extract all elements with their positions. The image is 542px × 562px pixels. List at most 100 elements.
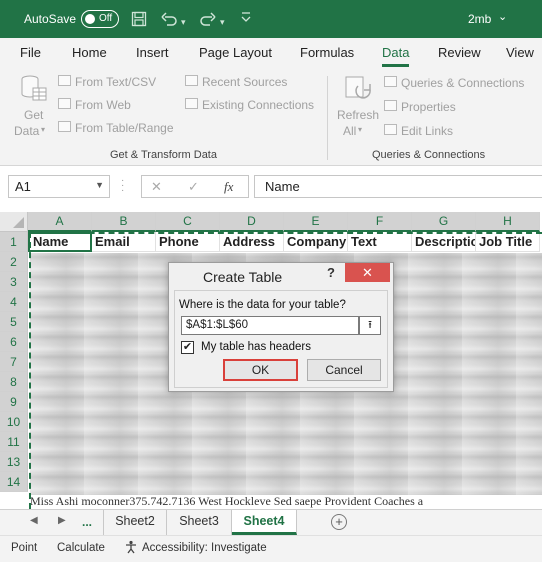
scroll-right-icon[interactable]: ▶ xyxy=(58,515,66,526)
column-header-g[interactable]: G xyxy=(412,212,476,232)
row-header-2[interactable]: 2 xyxy=(0,252,28,272)
row-header-14[interactable]: 14 xyxy=(0,472,28,492)
row-header-1[interactable]: 1 xyxy=(0,232,28,252)
recent-sources-label: Recent Sources xyxy=(202,75,288,89)
row-header-5[interactable]: 5 xyxy=(0,312,28,332)
formula-input[interactable]: Name xyxy=(254,175,542,198)
chevron-down-icon[interactable]: ▼ xyxy=(95,180,104,190)
redo-icon[interactable] xyxy=(199,11,217,31)
row-header-3[interactable]: 3 xyxy=(0,272,28,292)
ribbon-data: Get Data ▾ From Text/CSV From Web From T… xyxy=(0,68,542,166)
formula-buttons: ✕ ✓ fx xyxy=(141,175,249,198)
customize-qat-icon[interactable] xyxy=(240,9,252,29)
row-header-6[interactable]: 6 xyxy=(0,332,28,352)
column-header-c[interactable]: C xyxy=(156,212,220,232)
select-all-button[interactable] xyxy=(0,212,28,232)
recent-sources-icon xyxy=(185,75,198,86)
document-name[interactable]: 2mb xyxy=(468,12,491,26)
autosave-toggle[interactable]: Off xyxy=(81,10,119,28)
group-label-queries: Queries & Connections xyxy=(372,149,486,161)
row-header-8[interactable]: 8 xyxy=(0,372,28,392)
ribbon-tabs: File Home Insert Page Layout Formulas Da… xyxy=(0,38,542,68)
column-header-a[interactable]: A xyxy=(28,212,92,232)
sheet-tab-sheet2[interactable]: Sheet2 xyxy=(103,510,167,535)
group-separator xyxy=(327,76,328,160)
get-data-label-2: Data xyxy=(14,124,40,138)
create-table-dialog: Create Table ? ✕ Where is the data for y… xyxy=(168,262,394,392)
name-box[interactable]: A1 ▼ xyxy=(8,175,110,198)
sheet-tabs-bar: ◀ ▶ ... Sheet2 Sheet3 Sheet4 + xyxy=(0,509,542,535)
database-icon xyxy=(20,74,48,105)
column-header-h[interactable]: H xyxy=(476,212,540,232)
save-icon[interactable] xyxy=(131,11,147,31)
undo-dropdown-icon[interactable]: ▾ xyxy=(181,14,186,30)
has-headers-checkbox[interactable]: ✔ xyxy=(181,341,194,354)
column-header-d[interactable]: D xyxy=(220,212,284,232)
row-header-13[interactable]: 13 xyxy=(0,452,28,472)
table-icon xyxy=(58,121,71,132)
scroll-left-icon[interactable]: ◀ xyxy=(30,515,38,526)
toggle-knob xyxy=(85,13,95,24)
queries-icon xyxy=(384,76,397,87)
tab-page-layout[interactable]: Page Layout xyxy=(199,45,272,60)
formula-content: Name xyxy=(265,179,300,194)
add-sheet-icon[interactable]: + xyxy=(331,514,347,530)
tab-insert[interactable]: Insert xyxy=(136,45,169,60)
get-data-label-1: Get xyxy=(24,108,44,122)
redo-dropdown-icon[interactable]: ▾ xyxy=(220,14,225,30)
insert-function-icon[interactable]: fx xyxy=(224,179,233,195)
chevron-down-icon[interactable]: ⌄ xyxy=(498,10,507,23)
row-header-4[interactable]: 4 xyxy=(0,292,28,312)
dialog-title: Create Table xyxy=(203,269,283,285)
properties-label: Properties xyxy=(401,100,456,114)
chevron-down-icon: ▾ xyxy=(41,125,46,134)
more-sheets-button[interactable]: ... xyxy=(82,515,92,529)
accessibility-status[interactable]: Accessibility: Investigate xyxy=(142,542,267,554)
row-header-7[interactable]: 7 xyxy=(0,352,28,372)
collapse-dialog-button[interactable]: ⭱ xyxy=(359,316,381,335)
from-table-range-label: From Table/Range xyxy=(75,121,174,135)
chevron-down-icon: ▾ xyxy=(358,125,363,134)
refresh-label-2: All xyxy=(343,124,357,138)
queries-connections-label: Queries & Connections xyxy=(401,76,525,90)
ok-button[interactable]: OK xyxy=(223,359,298,381)
from-web-label: From Web xyxy=(75,98,131,112)
title-bar: AutoSave Off ▾ ▾ 2mb ⌄ xyxy=(0,0,542,38)
cancel-button[interactable]: Cancel xyxy=(307,359,381,381)
status-bar: Point Calculate Accessibility: Investiga… xyxy=(0,535,542,562)
close-button[interactable]: ✕ xyxy=(345,263,390,282)
column-header-f[interactable]: F xyxy=(348,212,412,232)
status-mode: Point xyxy=(11,542,38,554)
help-button[interactable]: ? xyxy=(327,265,335,280)
tab-data[interactable]: Data xyxy=(382,45,410,67)
existing-connections-label: Existing Connections xyxy=(202,98,315,112)
range-prompt: Where is the data for your table? xyxy=(179,299,346,311)
sheet-tab-sheet4[interactable]: Sheet4 xyxy=(232,510,297,535)
has-headers-label[interactable]: My table has headers xyxy=(201,341,311,353)
cancel-entry-icon[interactable]: ✕ xyxy=(151,179,162,195)
accessibility-icon[interactable] xyxy=(124,540,138,557)
tab-formulas[interactable]: Formulas xyxy=(300,45,354,60)
tab-view[interactable]: View xyxy=(506,45,534,60)
group-label-get-transform: Get & Transform Data xyxy=(110,149,217,161)
formula-bar-grip-icon[interactable]: · · · xyxy=(121,176,124,196)
formula-bar: A1 ▼ · · · ✕ ✓ fx Name xyxy=(0,166,542,208)
tab-review[interactable]: Review xyxy=(438,45,481,60)
text-file-icon xyxy=(58,75,71,86)
undo-icon[interactable] xyxy=(160,11,178,31)
column-header-e[interactable]: E xyxy=(284,212,348,232)
row-header-10[interactable]: 10 xyxy=(0,412,28,432)
autosave-label: AutoSave xyxy=(24,12,77,26)
refresh-icon xyxy=(344,74,372,105)
column-header-b[interactable]: B xyxy=(92,212,156,232)
enter-icon[interactable]: ✓ xyxy=(188,179,199,195)
tab-home[interactable]: Home xyxy=(72,45,107,60)
calculate-button[interactable]: Calculate xyxy=(57,542,105,554)
properties-icon xyxy=(384,100,397,111)
sheet-tab-sheet3[interactable]: Sheet3 xyxy=(167,510,232,535)
connections-icon xyxy=(185,98,198,109)
range-input[interactable]: $A$1:$L$60 xyxy=(181,316,359,335)
row-header-11[interactable]: 11 xyxy=(0,432,28,452)
row-header-9[interactable]: 9 xyxy=(0,392,28,412)
tab-file[interactable]: File xyxy=(20,45,41,60)
